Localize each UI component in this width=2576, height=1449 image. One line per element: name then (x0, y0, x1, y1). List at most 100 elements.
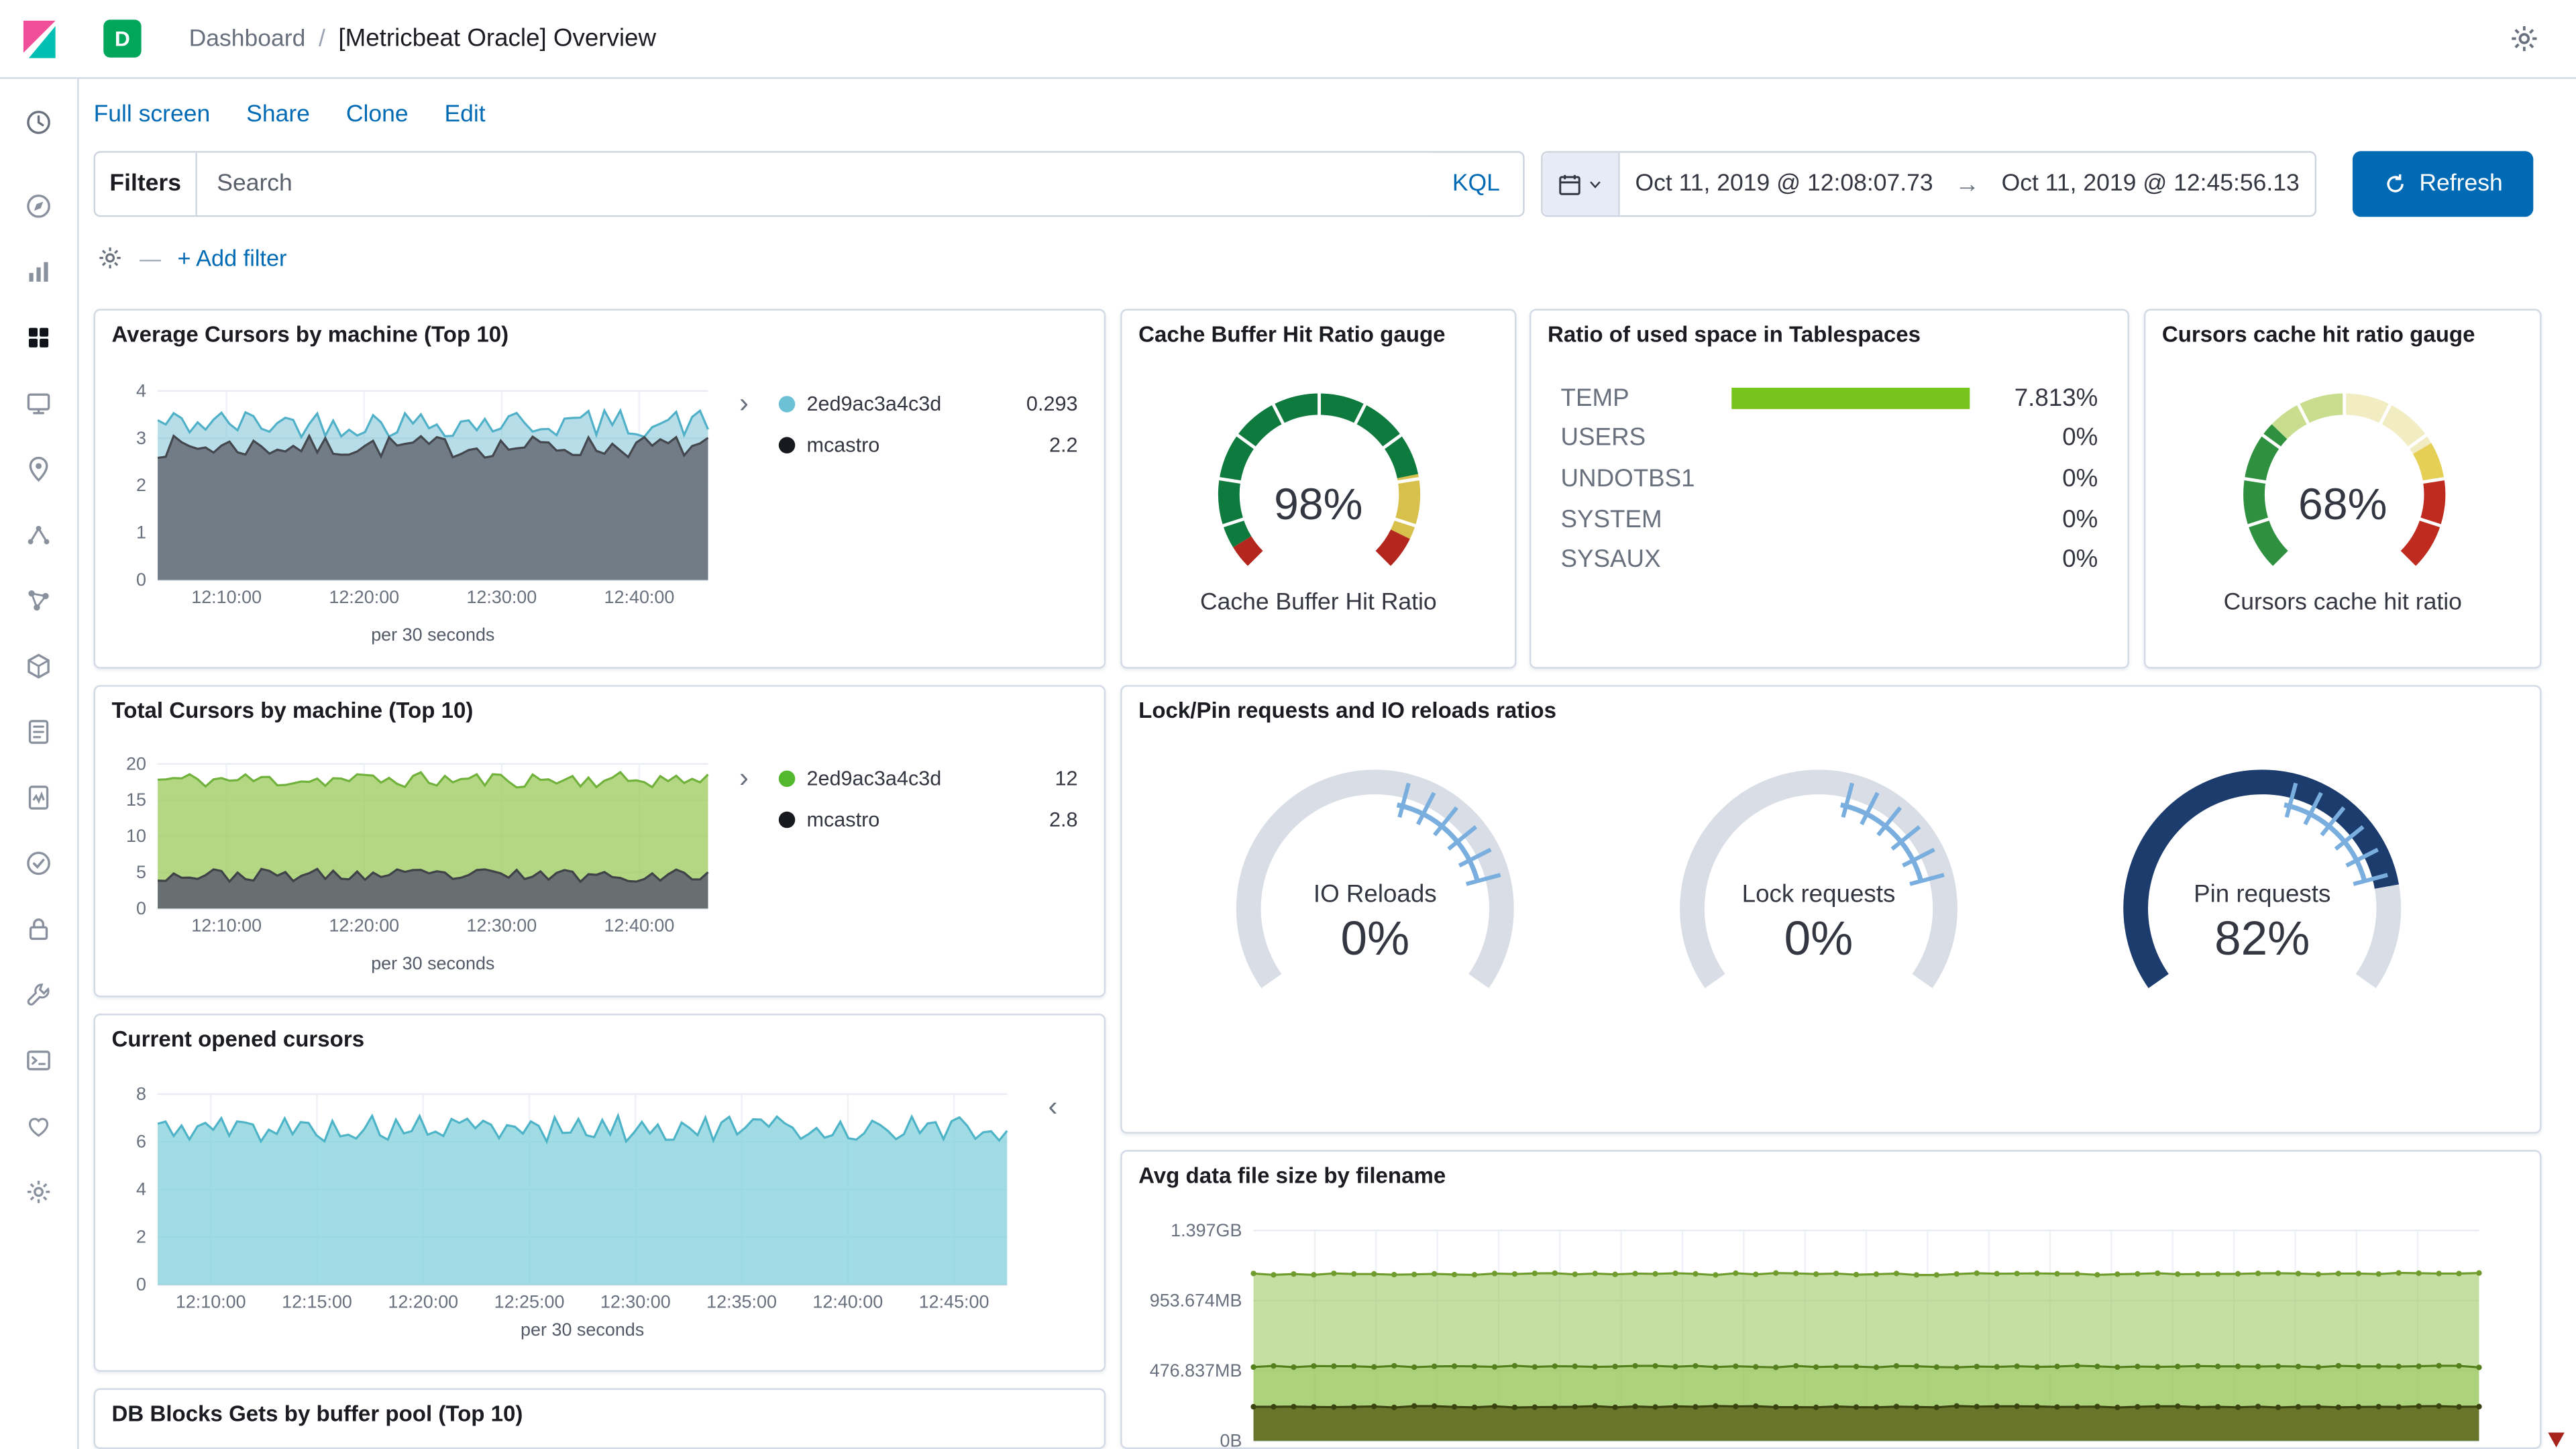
current-cursors-chart: 8 6 4 2 0 12:10:00 12:15:00 12:20:00 12:25:00 12:… (136, 1084, 1008, 1311)
gauge-label: Cache Buffer Hit Ratio (1199, 590, 1437, 616)
sidebar-item-machine-learning[interactable] (0, 501, 78, 567)
filter-divider: — (140, 246, 162, 270)
legend-item[interactable]: 2ed9ac3a4c3d 0.293 (778, 383, 1078, 424)
add-filter-link[interactable]: + Add filter (177, 245, 286, 271)
panel-current-cursors: Current opened cursors 8 6 4 2 0 12:10:00 12:1… (93, 1014, 1106, 1372)
clone-link[interactable]: Clone (346, 102, 409, 128)
svg-text:5: 5 (136, 862, 146, 882)
date-to-button[interactable]: Oct 11, 2019 @ 12:45:56.13 (1986, 153, 2315, 215)
svg-text:15: 15 (126, 790, 146, 810)
edit-link[interactable]: Edit (444, 102, 485, 128)
svg-text:12:40:00: 12:40:00 (604, 916, 675, 936)
sidebar-item-dashboard[interactable] (0, 304, 78, 370)
share-link[interactable]: Share (246, 102, 310, 128)
dev-tools-icon (27, 982, 50, 1005)
tablespace-row: UNDOTBS1 0% (1531, 459, 2127, 499)
svg-text:12:35:00: 12:35:00 (706, 1291, 777, 1311)
refresh-label: Refresh (2419, 170, 2503, 197)
sidebar-item-recently-viewed[interactable] (0, 95, 78, 148)
date-from-button[interactable]: Oct 11, 2019 @ 12:08:07.73 (1620, 153, 1949, 215)
legend-toggle-icon[interactable]: › (739, 764, 749, 792)
tablespace-row: SYSTEM 0% (1531, 499, 2127, 539)
tablespace-bar-area (1731, 387, 1970, 409)
date-picker: Oct 11, 2019 @ 12:08:07.73 → Oct 11, 201… (1541, 151, 2317, 217)
sidebar-item-visualize[interactable] (0, 238, 78, 304)
panel-cache-buffer-gauge: Cache Buffer Hit Ratio gauge 98% Cache B… (1120, 309, 1517, 669)
panel-title: Cursors cache hit ratio gauge (2161, 322, 2475, 347)
panel-title: Lock/Pin requests and IO reloads ratios (1138, 698, 1556, 723)
svg-text:20: 20 (126, 753, 146, 773)
date-range-arrow: → (1955, 170, 1980, 199)
header-settings-icon[interactable] (2509, 23, 2540, 59)
svg-text:2: 2 (136, 475, 146, 495)
svg-text:12:25:00: 12:25:00 (494, 1291, 565, 1311)
sidebar-item-dev-tools[interactable] (0, 961, 78, 1027)
gauge-label: Pin requests (2194, 880, 2331, 909)
tablespace-percent: 0% (2062, 465, 2098, 493)
breadcrumb: Dashboard / [Metricbeat Oracle] Overview (189, 25, 656, 53)
dashboard-toolbar: Full screen Share Clone Edit (94, 95, 486, 135)
filters-button[interactable]: Filters (95, 152, 197, 215)
svg-text:8: 8 (136, 1084, 146, 1104)
header: D Dashboard / [Metricbeat Oracle] Overvi… (0, 0, 2576, 79)
sidebar-item-siem[interactable] (0, 896, 78, 961)
legend-item[interactable]: mcastro 2.8 (778, 798, 1078, 839)
page-title: [Metricbeat Oracle] Overview (338, 24, 657, 53)
legend-collapse-icon[interactable]: ‹ (1048, 1093, 1057, 1121)
sidebar-item-graph[interactable] (0, 567, 78, 633)
panel-title: DB Blocks Gets by buffer pool (Top 10) (111, 1401, 523, 1426)
kibana-logo-icon[interactable] (0, 0, 79, 78)
svg-text:12:40:00: 12:40:00 (812, 1291, 883, 1311)
sidebar-item-discover[interactable] (0, 172, 78, 238)
panel-title: Current opened cursors (111, 1026, 365, 1052)
series-label: 2ed9ac3a4c3d (806, 392, 942, 415)
sidebar-item-console[interactable] (0, 1027, 78, 1093)
full-screen-link[interactable]: Full screen (94, 102, 211, 128)
sidebar-item-metrics[interactable] (0, 633, 78, 698)
refresh-icon (2383, 172, 2406, 195)
logs-icon (28, 718, 49, 743)
space-badge[interactable]: D (103, 19, 142, 58)
svg-text:0: 0 (136, 570, 146, 590)
gauge-value: 82% (2214, 913, 2310, 967)
visualize-icon (29, 261, 48, 281)
calendar-icon (1558, 172, 1582, 197)
sidebar-item-uptime[interactable] (0, 830, 78, 896)
sidebar-item-logs[interactable] (0, 698, 78, 764)
sidebar-item-maps[interactable] (0, 435, 78, 501)
chart-legend: 2ed9ac3a4c3d 12 mcastro 2.8 (778, 757, 1078, 839)
sidebar-item-management[interactable] (0, 1159, 78, 1224)
svg-text:4: 4 (136, 1179, 146, 1199)
maps-icon (29, 455, 48, 481)
svg-text:12:10:00: 12:10:00 (176, 1291, 246, 1311)
breadcrumb-dashboard[interactable]: Dashboard (189, 25, 306, 52)
svg-text:1.397GB: 1.397GB (1171, 1220, 1242, 1240)
x-axis-title: per 30 seconds (521, 1320, 645, 1341)
gauge-value: 98% (1274, 480, 1363, 529)
sidebar-item-stack-monitoring[interactable] (0, 1093, 78, 1159)
breadcrumb-separator: / (318, 25, 325, 52)
panel-avg-datafile-size: Avg data file size by filename 1.397GB 95… (1120, 1150, 2542, 1449)
tablespace-name: SYSTEM (1560, 505, 1662, 533)
svg-text:0B: 0B (1220, 1430, 1242, 1447)
gauge-value: 0% (1784, 913, 1854, 967)
chart-legend: 2ed9ac3a4c3d 0.293 mcastro 2.2 (778, 383, 1078, 465)
sidebar-item-apm[interactable] (0, 764, 78, 830)
kql-button[interactable]: KQL (1430, 153, 1523, 215)
tablespace-name: SYSAUX (1560, 545, 1661, 574)
search-input[interactable] (197, 152, 1430, 215)
legend-item[interactable]: 2ed9ac3a4c3d 12 (778, 757, 1078, 798)
filter-options-gear-icon[interactable] (97, 245, 123, 271)
x-axis-title: per 30 seconds (371, 954, 495, 975)
refresh-button[interactable]: Refresh (2352, 151, 2534, 217)
series-color-dot (778, 810, 796, 828)
dashboard-icon (28, 327, 49, 347)
calendar-dropdown-button[interactable] (1542, 152, 1620, 215)
legend-item[interactable]: mcastro 2.2 (778, 424, 1078, 465)
sidebar-item-canvas[interactable] (0, 370, 78, 435)
panel-title: Total Cursors by machine (Top 10) (111, 698, 474, 723)
legend-toggle-icon[interactable]: › (739, 389, 749, 417)
discover-icon (27, 193, 50, 217)
tablespace-percent: 0% (2062, 424, 2098, 453)
kibana-dashboard-app: D Dashboard / [Metricbeat Oracle] Overvi… (0, 0, 2576, 1449)
